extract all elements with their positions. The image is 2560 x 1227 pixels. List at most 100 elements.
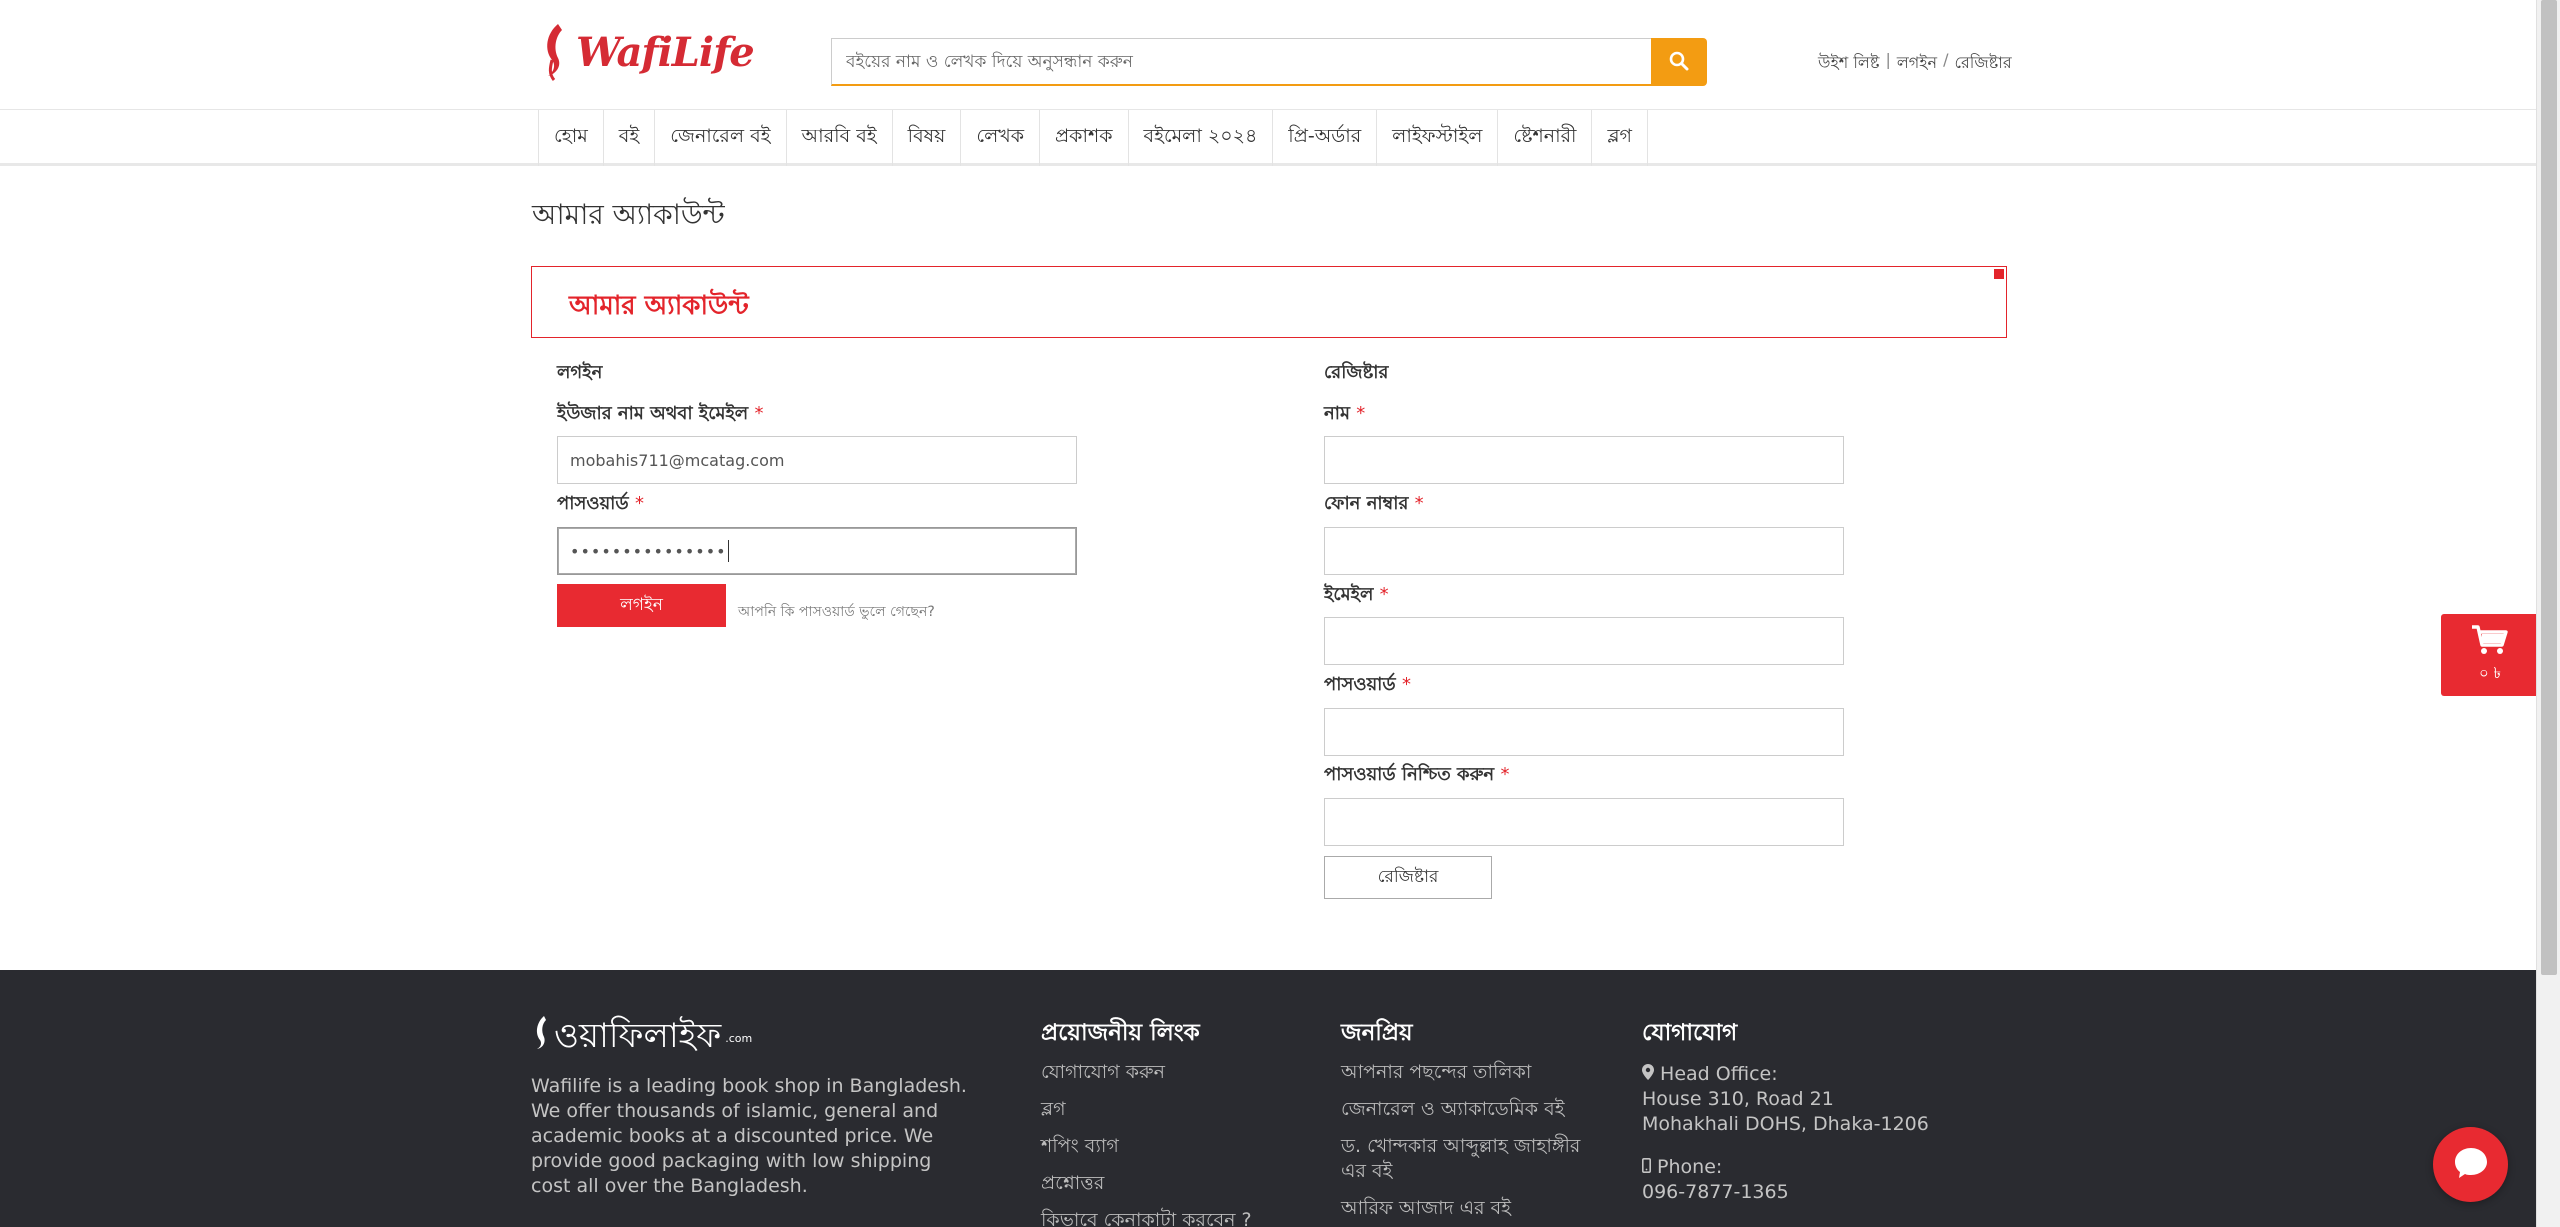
- cart-icon: [2471, 624, 2509, 660]
- phone-label: ফোন নাম্বার *: [1324, 489, 1424, 520]
- confirm-password-label-text: পাসওয়ার্ড নিশ্চিত করুন: [1324, 764, 1495, 785]
- account-heading: আমার অ্যাকাউন্ট: [569, 291, 749, 321]
- phone-line: Phone:: [1642, 1155, 1929, 1180]
- footer-contact: Head Office: House 310, Road 21 Mohakhal…: [1642, 1062, 1929, 1223]
- nav-item-subjects[interactable]: বিষয়: [891, 110, 961, 166]
- head-office-line: Head Office:: [1642, 1062, 1929, 1087]
- nav-item-authors[interactable]: লেখক: [960, 110, 1039, 166]
- footer-about: Wafilife is a leading book shop in Bangl…: [531, 1075, 967, 1197]
- footer-popular-link[interactable]: জেনারেল ও অ্যাকাডেমিক বই: [1341, 1097, 1611, 1122]
- phone-label-text: ফোন নাম্বার: [1324, 493, 1409, 514]
- name-label-text: নাম: [1324, 403, 1350, 424]
- email-label: ইমেইল *: [1324, 580, 1389, 611]
- mobile-phone-icon: [1642, 1156, 1657, 1178]
- search-button[interactable]: [1651, 38, 1707, 86]
- required-marker: *: [1356, 403, 1366, 424]
- nav-item-book-fair[interactable]: বইমেলা ২০২৪: [1127, 110, 1273, 166]
- nav-item-pre-order[interactable]: প্রি-অর্ডার: [1272, 110, 1376, 166]
- footer-logo-quill-icon: [532, 1014, 550, 1063]
- forgot-password-link[interactable]: আপনি কি পাসওয়ার্ড ভুলে গেছেন?: [738, 600, 935, 624]
- nav-item-lifestyle[interactable]: লাইফস্টাইল: [1376, 110, 1497, 166]
- password-label: পাসওয়ার্ড *: [557, 489, 644, 520]
- account-heading-box: আমার অ্যাকাউন্ট: [531, 266, 2007, 338]
- confirm-password-label: পাসওয়ার্ড নিশ্চিত করুন *: [1324, 760, 1509, 791]
- top-links: উইশ লিষ্ট | লগইন / রেজিষ্টার: [1818, 50, 2012, 77]
- footer-link[interactable]: যোগাযোগ করুন: [1041, 1060, 1252, 1085]
- head-office-block: Head Office: House 310, Road 21 Mohakhal…: [1642, 1062, 1929, 1137]
- nav-item-blog[interactable]: ব্লগ: [1591, 110, 1649, 166]
- footer-logo-text: ওয়াফিলাইফ: [554, 1016, 722, 1056]
- footer-popular-link[interactable]: আরিফ আজাদ এর বই: [1341, 1196, 1611, 1221]
- main-nav: হোম বই জেনারেল বই আরবি বই বিষয় লেখক প্র…: [0, 110, 2536, 166]
- nav-items: হোম বই জেনারেল বই আরবি বই বিষয় লেখক প্র…: [538, 110, 1649, 166]
- nav-item-publishers[interactable]: প্রকাশক: [1039, 110, 1128, 166]
- logo-text: WafiLife: [576, 28, 755, 76]
- nav-item-home[interactable]: হোম: [538, 110, 603, 166]
- register-title: রেজিষ্টার: [1324, 362, 1389, 383]
- register-button[interactable]: রেজিষ্টার: [1324, 856, 1492, 899]
- search-input[interactable]: [831, 38, 1651, 86]
- wishlist-link[interactable]: উইশ লিষ্ট: [1818, 50, 1879, 77]
- footer-popular-link[interactable]: আপনার পছন্দের তালিকা: [1341, 1060, 1611, 1085]
- separator: /: [1943, 50, 1949, 69]
- reg-password-label: পাসওয়ার্ড *: [1324, 670, 1411, 701]
- username-field[interactable]: mobahis711@mcatag.com: [557, 436, 1077, 484]
- register-confirm-password-field[interactable]: [1324, 798, 1844, 846]
- nav-item-general-books[interactable]: জেনারেল বই: [654, 110, 785, 166]
- phone-number[interactable]: 096-7877-1365: [1642, 1180, 1929, 1205]
- nav-item-stationery[interactable]: ষ্টেশনারী: [1497, 110, 1591, 166]
- corner-marker: [1994, 269, 2004, 279]
- nav-item-arabic-books[interactable]: আরবি বই: [785, 110, 892, 166]
- footer-popular-title: জনপ্রিয়: [1341, 1020, 1413, 1046]
- search-icon: [1669, 51, 1689, 74]
- site-header: WafiLife উইশ লিষ্ট | লগইন / রেজিষ্টার: [0, 0, 2536, 110]
- site-logo[interactable]: WafiLife: [540, 20, 755, 84]
- logo-quill-icon: [540, 20, 570, 84]
- footer-popular-link[interactable]: ড. খোন্দকার আব্দুল্লাহ জাহাঙ্গীর এর বই: [1341, 1134, 1611, 1184]
- footer-popular-list: আপনার পছন্দের তালিকা জেনারেল ও অ্যাকাডেম…: [1341, 1060, 1611, 1227]
- required-marker: *: [1500, 764, 1510, 785]
- phone-label: Phone:: [1657, 1156, 1723, 1178]
- login-button[interactable]: লগইন: [557, 584, 726, 627]
- login-link[interactable]: লগইন: [1897, 50, 1937, 77]
- site-footer: ওয়াফিলাইফ .com Wafilife is a leading bo…: [0, 970, 2536, 1227]
- name-label: নাম *: [1324, 399, 1365, 430]
- required-marker: *: [1414, 493, 1424, 514]
- text-cursor: [727, 540, 729, 562]
- register-password-field[interactable]: [1324, 708, 1844, 756]
- required-marker: *: [1379, 584, 1389, 605]
- floating-cart[interactable]: ০ ৳: [2441, 614, 2539, 696]
- email-label-text: ইমেইল: [1324, 584, 1374, 605]
- footer-link[interactable]: কিভাবে কেনাকাটা করবেন ?: [1041, 1208, 1252, 1227]
- register-phone-field[interactable]: [1324, 527, 1844, 575]
- register-email-field[interactable]: [1324, 617, 1844, 665]
- username-label: ইউজার নাম অথবা ইমেইল *: [557, 399, 764, 430]
- footer-links-title: প্রয়োজনীয় লিংক: [1041, 1020, 1200, 1046]
- separator: |: [1885, 50, 1891, 69]
- required-marker: *: [1401, 674, 1411, 695]
- cart-total: ০ ৳: [2479, 663, 2501, 682]
- register-link[interactable]: রেজিষ্টার: [1955, 50, 2012, 77]
- footer-contact-title: যোগাযোগ: [1642, 1020, 1738, 1046]
- username-label-text: ইউজার নাম অথবা ইমেইল: [557, 403, 749, 424]
- footer-logo-suffix: .com: [725, 1032, 753, 1045]
- nav-item-books[interactable]: বই: [602, 110, 654, 166]
- chat-button[interactable]: [2433, 1127, 2508, 1202]
- password-field[interactable]: •••••••••••••••: [557, 527, 1077, 575]
- head-office-label: Head Office:: [1660, 1063, 1778, 1085]
- footer-link[interactable]: ব্লগ: [1041, 1097, 1252, 1122]
- password-value: •••••••••••••••: [570, 541, 727, 561]
- page-scrollbar[interactable]: [2536, 0, 2560, 1227]
- footer-logo[interactable]: ওয়াফিলাইফ .com: [532, 1010, 752, 1067]
- footer-links-list: যোগাযোগ করুন ব্লগ শপিং ব্যাগ প্রশ্নোত্তর…: [1041, 1060, 1252, 1227]
- required-marker: *: [634, 493, 644, 514]
- scrollbar-thumb[interactable]: [2541, 0, 2557, 975]
- reg-password-label-text: পাসওয়ার্ড: [1324, 674, 1396, 695]
- footer-link[interactable]: প্রশ্নোত্তর: [1041, 1171, 1252, 1196]
- map-marker-icon: [1642, 1063, 1660, 1085]
- page-title: আমার অ্যাকাউন্ট: [532, 198, 725, 231]
- login-title: লগইন: [557, 362, 603, 383]
- password-label-text: পাসওয়ার্ড: [557, 493, 629, 514]
- footer-link[interactable]: শপিং ব্যাগ: [1041, 1134, 1252, 1159]
- register-name-field[interactable]: [1324, 436, 1844, 484]
